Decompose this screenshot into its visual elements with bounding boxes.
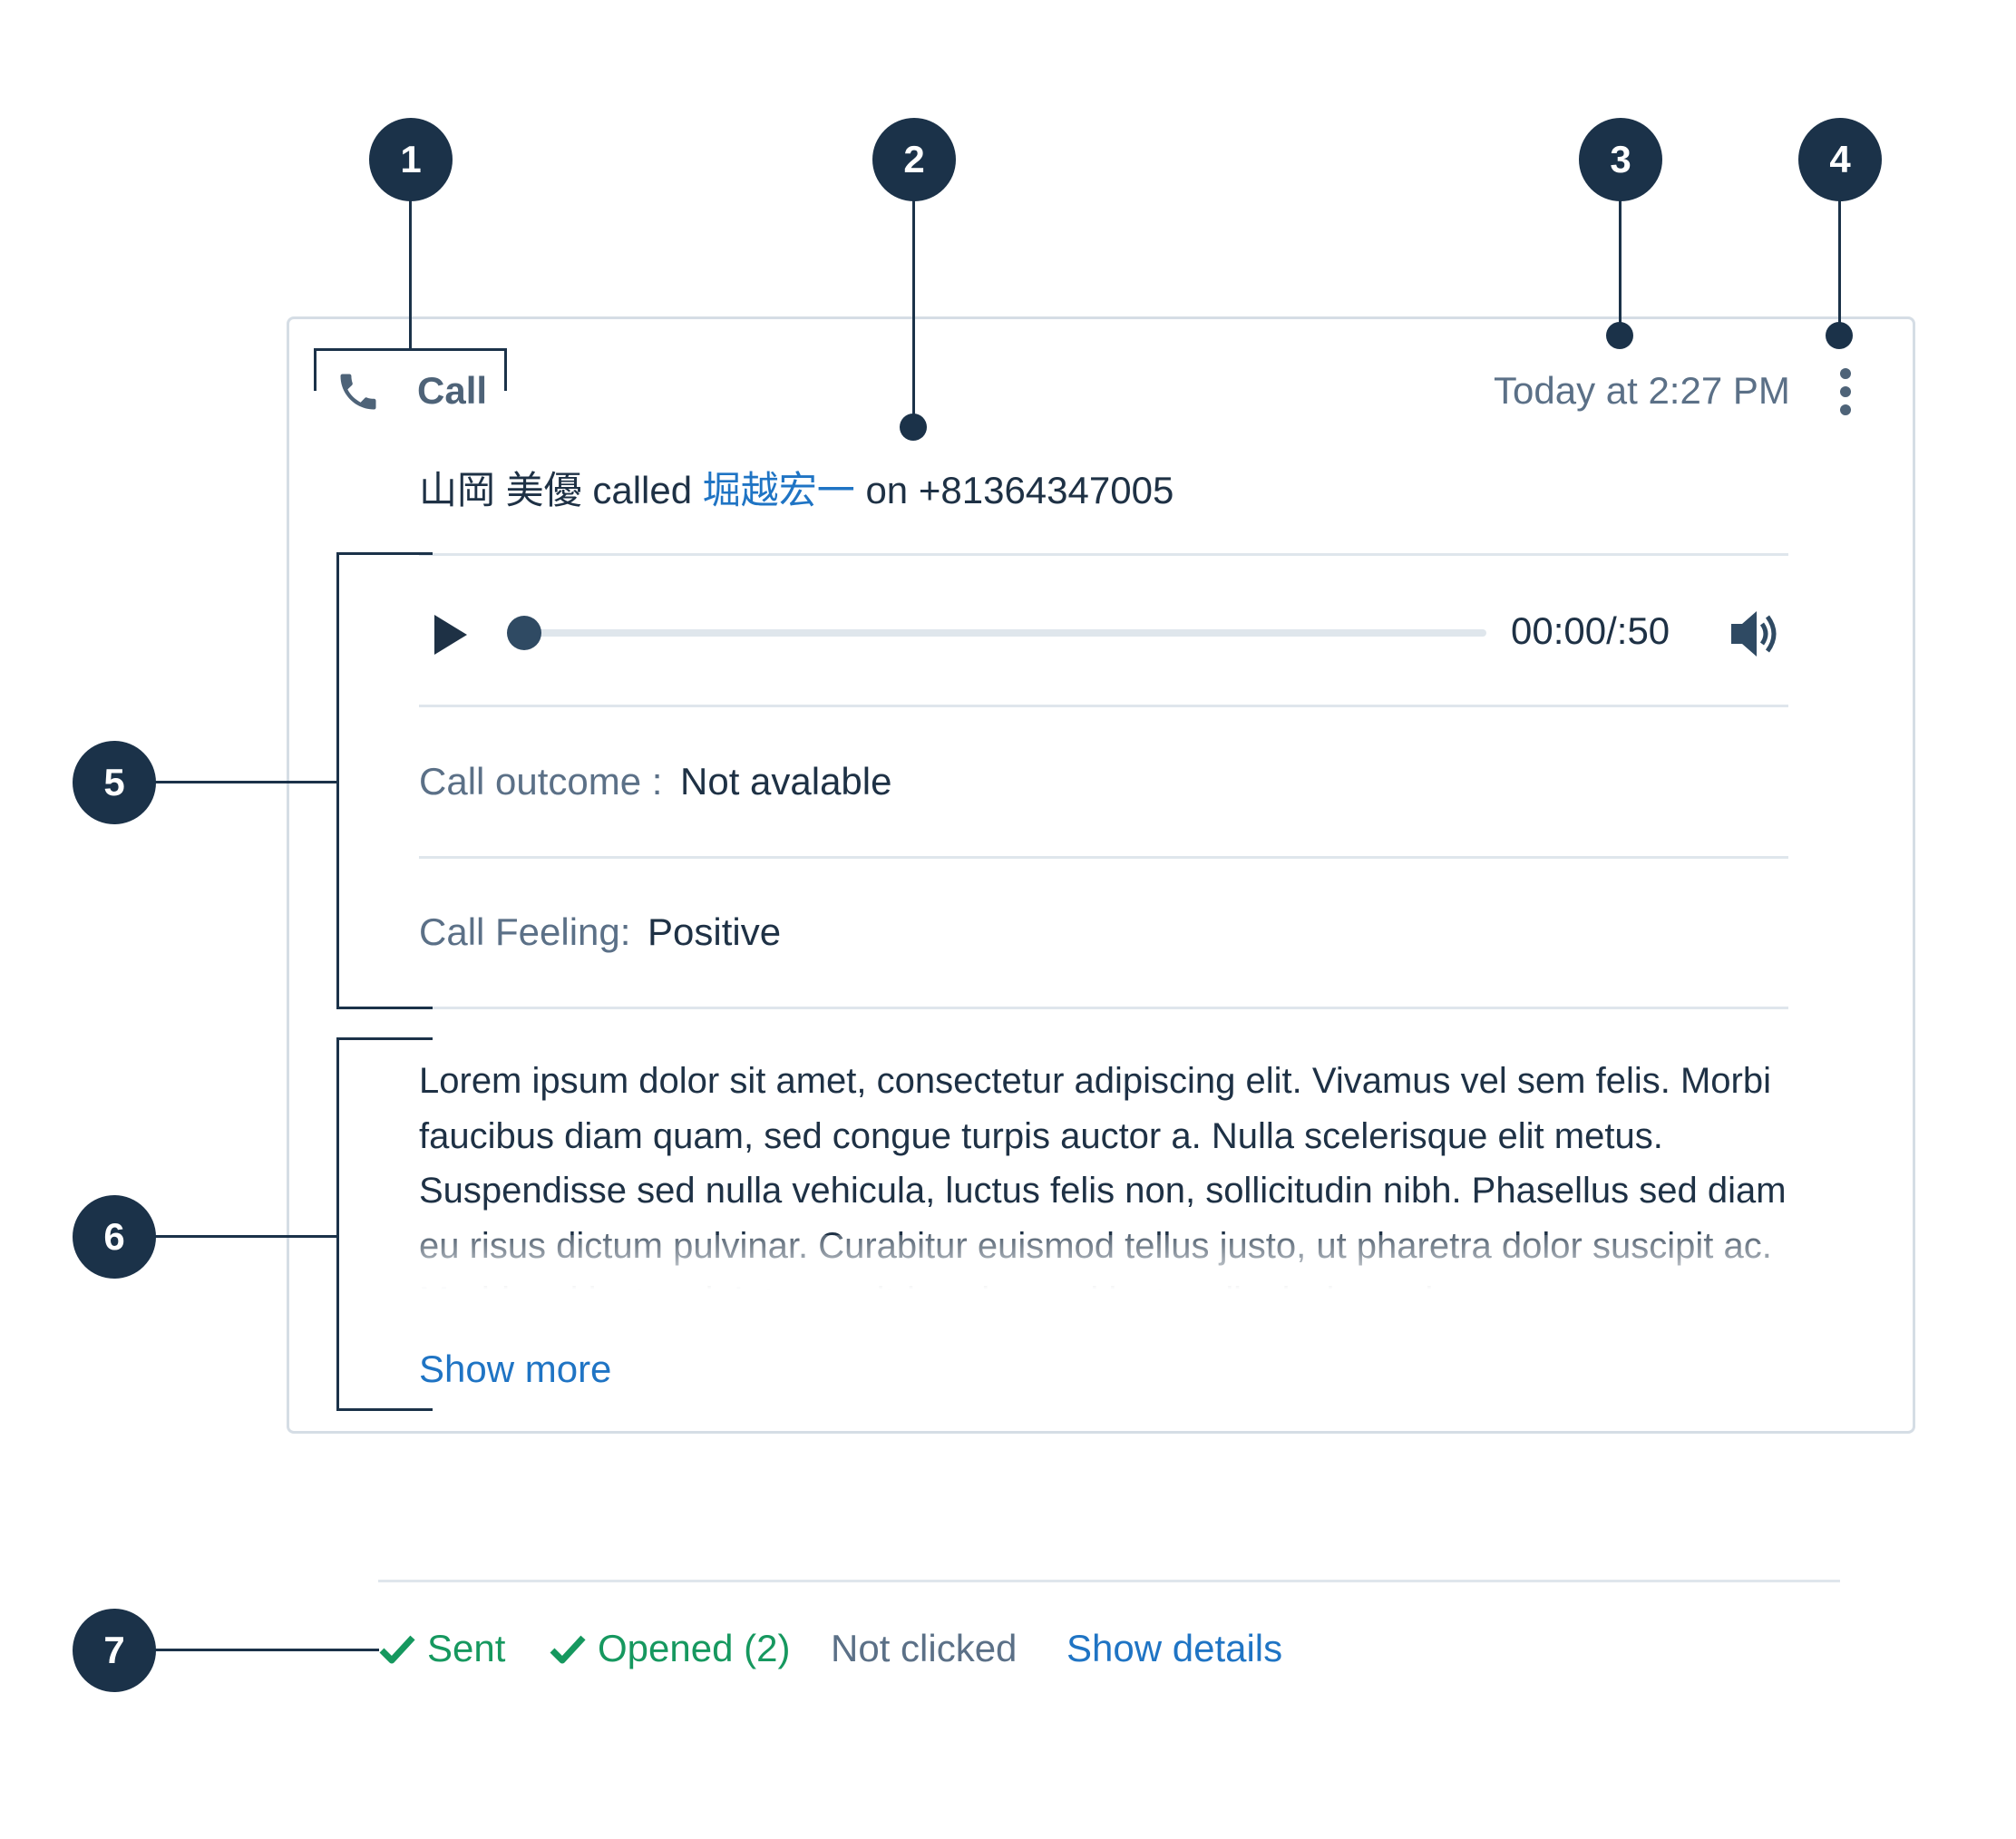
status-sent: Sent — [427, 1627, 506, 1669]
status-opened: Opened (2) — [598, 1627, 791, 1669]
divider — [419, 856, 1788, 859]
summary-preposition: on — [865, 469, 909, 511]
caller-name: 山岡 美優 — [419, 469, 582, 511]
marker-4-leader — [1838, 199, 1841, 336]
status-divider — [378, 1580, 1840, 1582]
annotated-diagram: 1 2 3 4 5 6 7 Call Today at 2:27 PM 山岡 美… — [0, 0, 2016, 1839]
call-outcome-value: Not avalable — [680, 760, 892, 803]
marker-5-bracket — [336, 552, 433, 1009]
marker-6-bracket — [336, 1037, 433, 1411]
marker-5-leader — [154, 781, 338, 783]
call-feeling-label: Call Feeling: — [419, 910, 631, 953]
audio-progress-track[interactable] — [507, 629, 1486, 637]
call-notes: Lorem ipsum dolor sit amet, consectetur … — [419, 1054, 1816, 1289]
notes-fade-overlay — [419, 1235, 1816, 1289]
marker-6: 6 — [73, 1195, 156, 1279]
call-feeling-value: Positive — [648, 910, 782, 953]
volume-icon[interactable] — [1729, 608, 1784, 660]
marker-3-dot — [1606, 322, 1633, 349]
marker-1-bracket — [314, 348, 507, 391]
marker-7: 7 — [73, 1609, 156, 1692]
marker-3-leader — [1619, 199, 1622, 336]
check-icon — [379, 1632, 415, 1667]
callee-link[interactable]: 堀越宏一 — [703, 469, 855, 511]
call-summary: 山岡 美優 called 堀越宏一 on +81364347005 — [419, 460, 1174, 515]
divider — [419, 553, 1788, 556]
phone-number: +81364347005 — [918, 469, 1174, 511]
check-icon — [550, 1632, 586, 1667]
audio-scrubber[interactable] — [507, 616, 541, 650]
marker-5: 5 — [73, 741, 156, 824]
more-vertical-icon[interactable] — [1836, 366, 1855, 417]
marker-4-dot — [1826, 322, 1853, 349]
show-more-link[interactable]: Show more — [419, 1348, 611, 1391]
marker-1-leader — [409, 199, 412, 349]
play-icon[interactable] — [433, 613, 469, 657]
marker-6-leader — [154, 1235, 338, 1238]
summary-verb: called — [592, 469, 693, 511]
marker-2-dot — [900, 414, 927, 441]
divider — [419, 1007, 1788, 1009]
show-details-link[interactable]: Show details — [1066, 1627, 1282, 1670]
marker-2: 2 — [872, 118, 956, 201]
marker-2-leader — [912, 199, 915, 426]
marker-3: 3 — [1579, 118, 1662, 201]
activity-timestamp: Today at 2:27 PM — [1494, 369, 1790, 412]
status-not-clicked: Not clicked — [831, 1627, 1018, 1669]
marker-7-leader — [154, 1649, 379, 1651]
marker-1: 1 — [369, 118, 453, 201]
call-activity-card: Call Today at 2:27 PM 山岡 美優 called 堀越宏一 … — [287, 316, 1915, 1434]
divider — [419, 705, 1788, 707]
audio-time: 00:00/:50 — [1511, 609, 1670, 652]
marker-4: 4 — [1798, 118, 1882, 201]
call-outcome-label: Call outcome : — [419, 760, 663, 803]
